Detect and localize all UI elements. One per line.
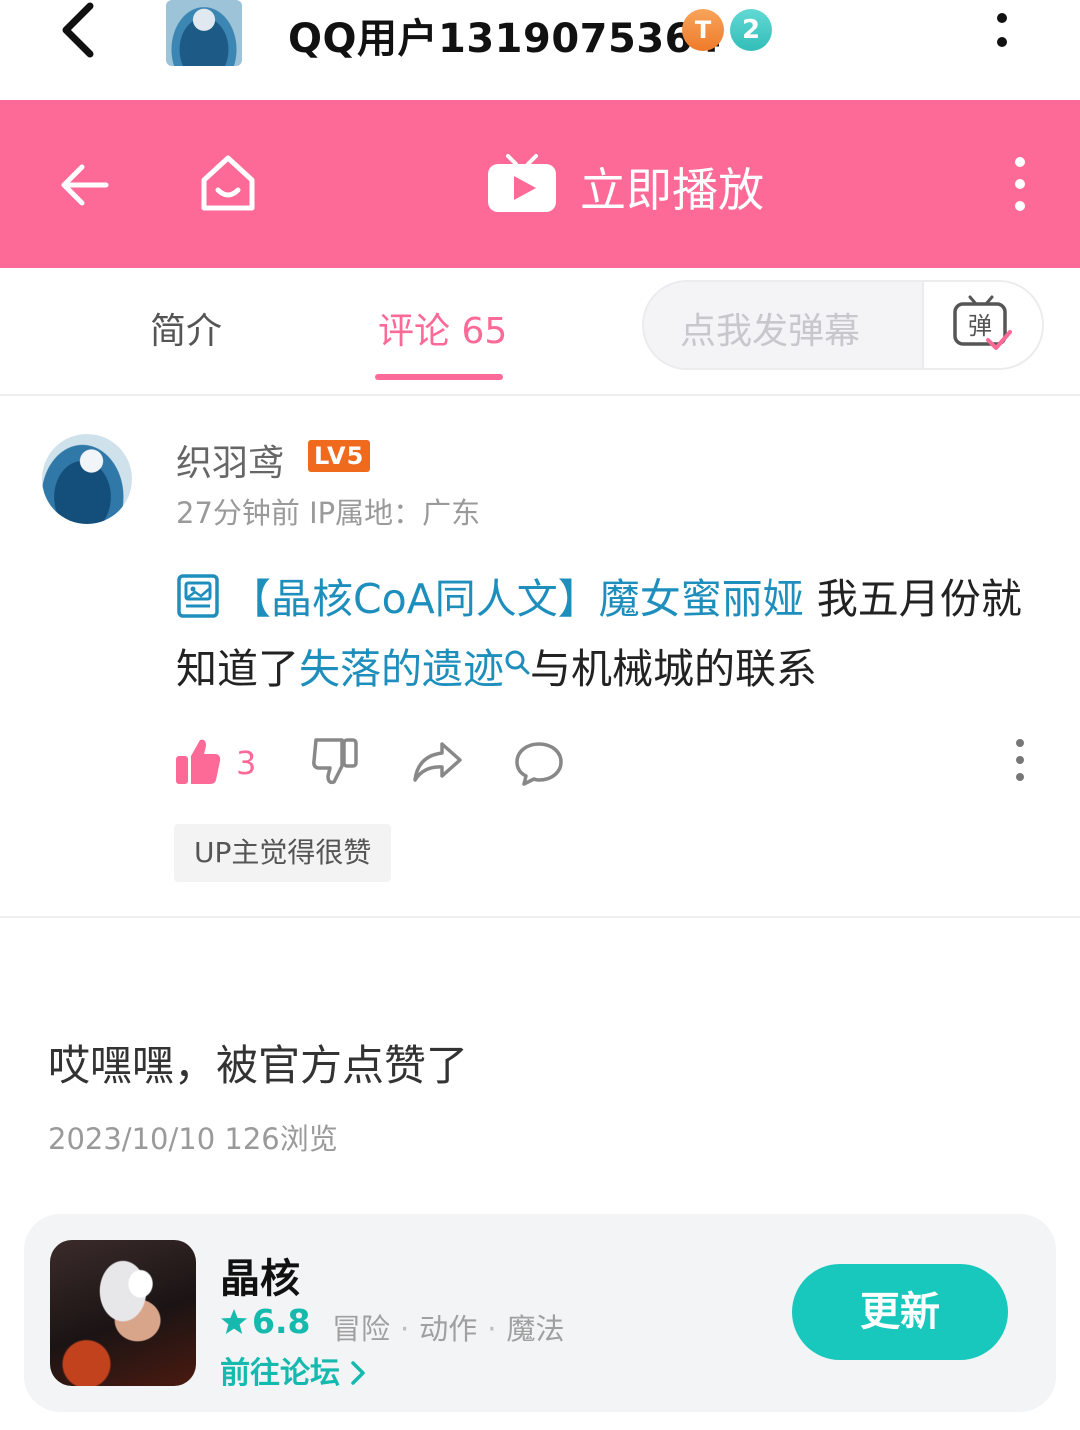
comment-body: 【晶核CoA同人文】魔女蜜丽娅 我五月份就知道了失落的遗迹 与机械城的联系 <box>176 564 1036 704</box>
danmaku-input[interactable]: 点我发弹幕 弹 <box>642 280 1044 370</box>
danmaku-toggle-icon: 弹 <box>953 295 1012 350</box>
more-vertical-icon[interactable] <box>1012 738 1028 782</box>
reply-icon[interactable] <box>514 740 564 786</box>
user-level-badge: LV5 <box>308 440 371 472</box>
update-button[interactable]: 更新 <box>792 1264 1008 1360</box>
vip-badge: T <box>682 9 724 51</box>
game-icon[interactable] <box>50 1240 196 1386</box>
post-meta: 2023/10/10 126浏览 <box>48 1122 338 1156</box>
tab-intro[interactable]: 简介 <box>150 302 222 354</box>
game-tag: 魔法 <box>506 1312 565 1346</box>
chevron-left-icon[interactable] <box>56 2 106 58</box>
tab-bar: 简介 评论 65 点我发弹幕 弹 <box>0 268 1080 396</box>
avatar[interactable] <box>42 434 132 524</box>
video-nav-bar: 立即播放 <box>0 100 1080 268</box>
search-icon[interactable] <box>504 649 530 677</box>
tv-play-icon[interactable] <box>486 152 558 216</box>
search-link[interactable]: 失落的遗迹 <box>299 645 504 693</box>
header-title: QQ用户1319075364 <box>288 16 722 62</box>
level-badge: 2 <box>730 9 772 51</box>
article-link[interactable]: 【晶核CoA同人文】魔女蜜丽娅 <box>230 575 804 623</box>
post-text: 哎嘿嘿，被官方点赞了 <box>48 1041 469 1090</box>
danmaku-toggle[interactable]: 弹 <box>922 282 1042 368</box>
comment-text-part-2: 与机械城的联系 <box>530 645 817 693</box>
star-icon <box>221 1309 247 1334</box>
home-icon[interactable] <box>196 152 260 216</box>
game-rating-value: 6.8 <box>252 1302 311 1341</box>
arrow-left-icon[interactable] <box>58 158 112 212</box>
comment-username[interactable]: 织羽鸢 <box>176 434 284 486</box>
active-tab-indicator <box>375 374 503 380</box>
article-icon <box>177 574 219 618</box>
svg-text:弹: 弹 <box>968 312 992 340</box>
chevron-right-icon <box>351 1361 365 1385</box>
header-avatar[interactable] <box>166 0 242 66</box>
game-card[interactable]: 晶核 6.8 冒险 · 动作 · 魔法 前往论坛 更新 <box>24 1214 1056 1412</box>
comment-item: 织羽鸢 LV5 27分钟前 IP属地：广东 【晶核CoA同人文】魔女蜜丽娅 我五… <box>0 396 1080 918</box>
tab-comments[interactable]: 评论 65 <box>378 302 507 354</box>
up-liked-tag: UP主觉得很赞 <box>174 824 392 882</box>
comment-actions: 3 <box>174 736 1044 792</box>
forum-link[interactable]: 前往论坛 <box>220 1348 368 1392</box>
thumbs-up-icon[interactable] <box>174 736 222 786</box>
more-vertical-icon[interactable] <box>990 10 1014 50</box>
danmaku-placeholder: 点我发弹幕 <box>680 311 861 352</box>
thumbs-down-icon[interactable] <box>312 736 360 786</box>
share-icon[interactable] <box>412 740 462 784</box>
game-tags: 冒险 · 动作 · 魔法 <box>332 1312 565 1346</box>
game-tag: 冒险 <box>332 1312 391 1346</box>
play-now-button[interactable]: 立即播放 <box>580 154 764 220</box>
top-header: QQ用户1319075364 T 2 <box>0 0 1080 100</box>
like-count: 3 <box>236 744 257 782</box>
forum-link-label: 前往论坛 <box>220 1356 340 1391</box>
game-tag: 动作 <box>419 1312 478 1346</box>
comment-meta: 27分钟前 IP属地：广东 <box>176 496 481 530</box>
game-rating: 6.8 <box>220 1302 310 1341</box>
game-name: 晶核 <box>220 1256 300 1302</box>
more-vertical-icon[interactable] <box>1008 156 1032 212</box>
